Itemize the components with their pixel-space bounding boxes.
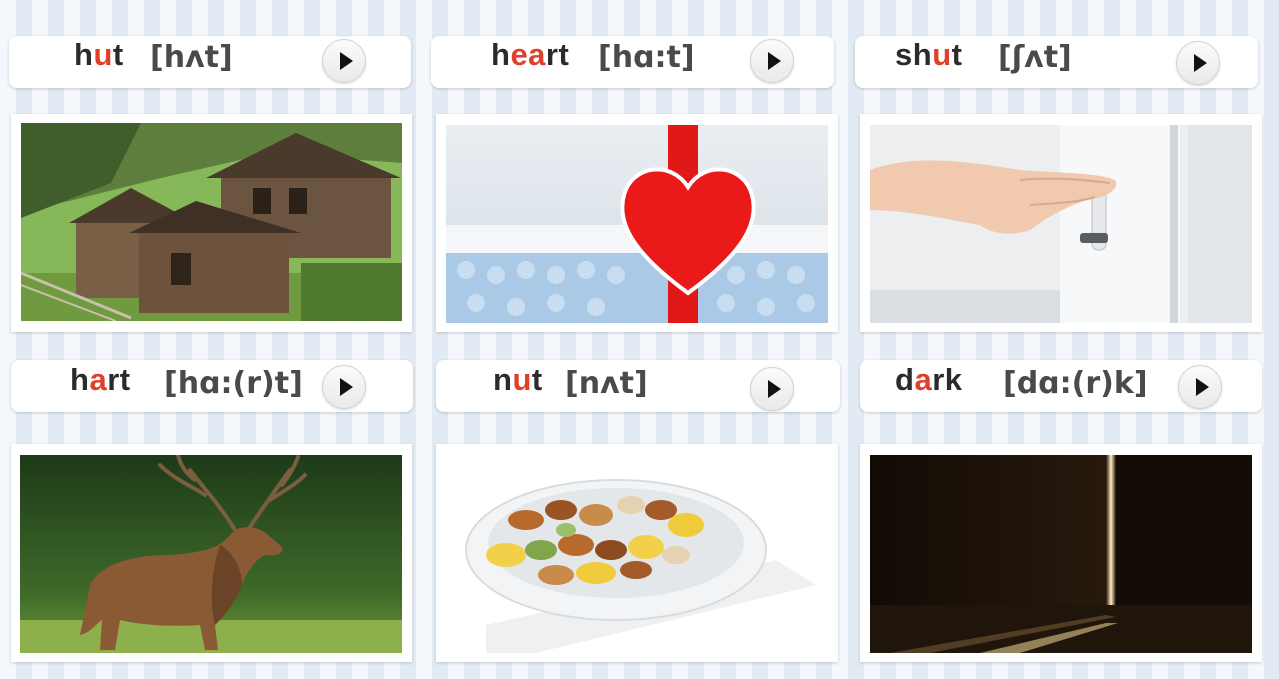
play-audio-button[interactable] (322, 39, 366, 83)
play-audio-button[interactable] (322, 365, 366, 409)
play-audio-button[interactable] (1178, 365, 1222, 409)
word-card-header-heart: heart [hɑ:t] (431, 36, 834, 88)
play-icon (1194, 54, 1207, 72)
play-icon (1196, 378, 1209, 396)
phonetic-transcription: [hɑ:(r)t] (164, 366, 303, 401)
play-icon (340, 52, 353, 70)
word-label: hart (70, 362, 131, 397)
heart-clothespin-image (446, 125, 828, 323)
play-audio-button[interactable] (750, 39, 794, 83)
word-label: shut (895, 37, 963, 72)
word-image-card-hart (11, 444, 412, 662)
word-label: heart (491, 37, 570, 72)
word-image-card-heart (436, 114, 838, 332)
word-card-header-hart: hart [hɑ:(r)t] (11, 360, 413, 412)
play-icon (768, 52, 781, 70)
highlighted-vowel: u (93, 37, 113, 72)
play-audio-button[interactable] (750, 367, 794, 411)
word-image-card-nut (436, 444, 838, 662)
phonetic-transcription: [nʌt] (565, 366, 648, 401)
word-card-header-hut: hut [hʌt] (9, 36, 411, 88)
word-card-header-nut: nut [nʌt] (436, 360, 840, 412)
highlighted-vowel: a (89, 362, 108, 397)
phonetic-transcription: [hʌt] (150, 40, 233, 75)
phonetic-transcription: [dɑ:(r)k] (1003, 366, 1148, 401)
red-deer-stag-image (20, 455, 402, 653)
word-image-card-hut (11, 114, 412, 332)
highlighted-vowel: a (914, 362, 933, 397)
wooden-hut-image (21, 123, 402, 321)
highlighted-vowel: u (512, 362, 532, 397)
word-card-header-shut: shut [ʃʌt] (855, 36, 1258, 88)
word-label: nut (493, 362, 543, 397)
word-image-card-shut (860, 114, 1262, 332)
closing-door-image (870, 125, 1252, 323)
highlighted-vowel: u (932, 37, 952, 72)
word-image-card-dark (860, 444, 1262, 662)
word-label: dark (895, 362, 963, 397)
bowl-of-nuts-image (446, 455, 828, 653)
play-icon (768, 380, 781, 398)
play-audio-button[interactable] (1176, 41, 1220, 85)
phonetic-transcription: [hɑ:t] (598, 40, 695, 75)
phonetic-transcription: [ʃʌt] (998, 40, 1072, 75)
dark-room-image (870, 455, 1252, 653)
word-label: hut (74, 37, 124, 72)
word-card-header-dark: dark [dɑ:(r)k] (860, 360, 1262, 412)
play-icon (340, 378, 353, 396)
highlighted-vowel: ea (510, 37, 546, 72)
